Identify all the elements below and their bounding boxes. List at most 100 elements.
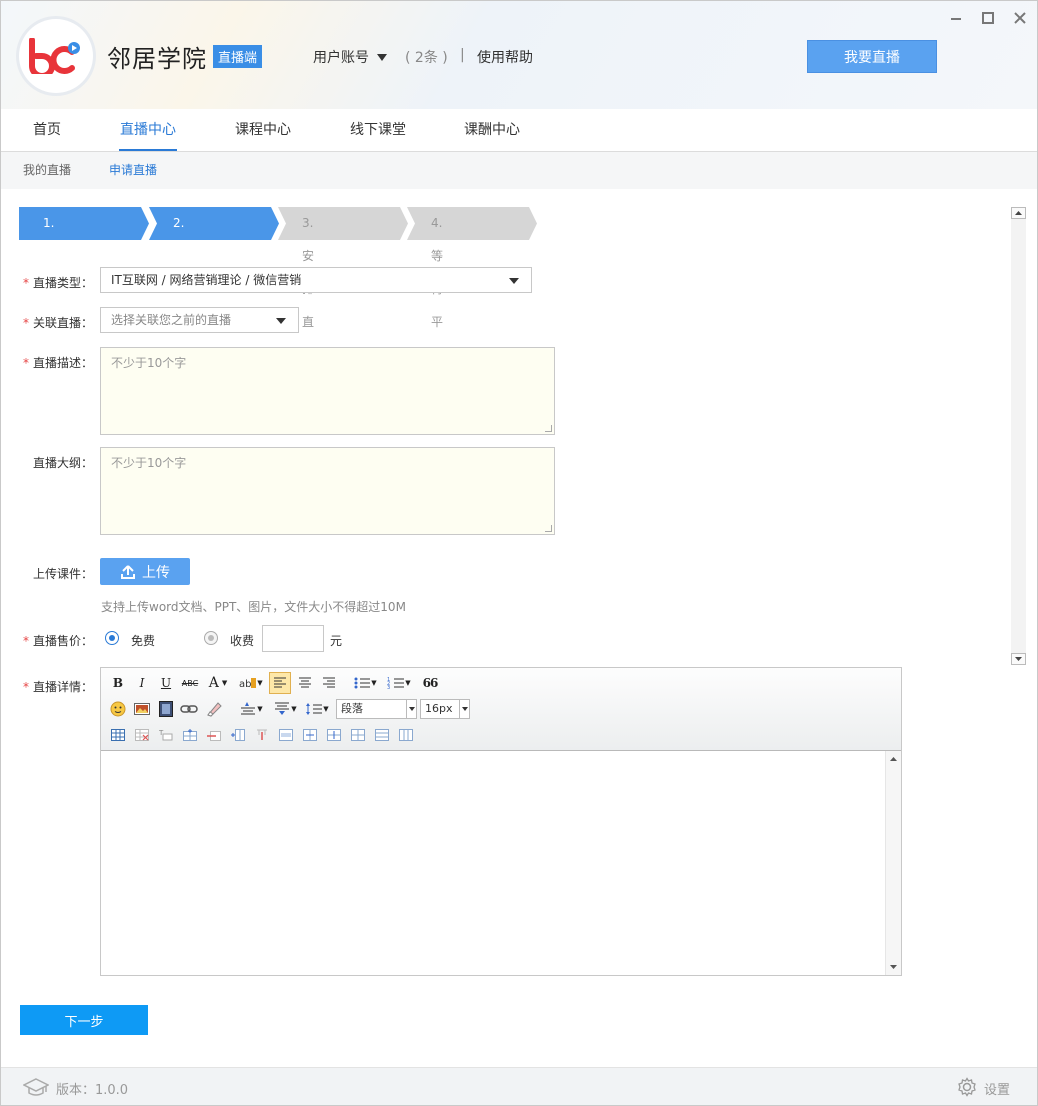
paid-radio[interactable]: [204, 631, 218, 645]
start-live-button[interactable]: 我要直播: [807, 40, 937, 73]
split-rows-button[interactable]: [373, 726, 391, 744]
type-value: IT互联网 / 网络营销理论 / 微信营销: [111, 273, 302, 287]
app-badge: 直播端: [213, 45, 263, 68]
maximize-icon[interactable]: [981, 11, 995, 29]
help-link[interactable]: 使用帮助: [477, 47, 533, 67]
subnav-my-live[interactable]: 我的直播: [23, 152, 71, 189]
delete-table-button[interactable]: [133, 726, 151, 744]
merge-cells-button[interactable]: [277, 726, 295, 744]
free-label: 免费: [131, 634, 156, 648]
editor-scroll-arrows: [890, 757, 897, 969]
outline-label: 直播大纲：: [33, 456, 94, 470]
editor-content-area[interactable]: [101, 751, 885, 975]
editor-toolbar: B I U ABC A ▼ ab ▼ ▼ 1 2 3 ▼ 66 ▼ ▼ ▼ 段落…: [101, 668, 901, 751]
font-size-select-value: 16px: [425, 702, 453, 715]
insert-table-button[interactable]: [109, 726, 127, 744]
account-label: 用户账号: [313, 50, 369, 66]
next-step-button[interactable]: 下一步: [20, 1005, 148, 1035]
emoji-icon: [110, 701, 126, 717]
app-logo: [19, 19, 93, 93]
price-input[interactable]: [262, 625, 324, 652]
nav-home[interactable]: 首页: [33, 109, 61, 151]
italic-button[interactable]: I: [133, 674, 151, 692]
align-left-button[interactable]: [269, 672, 291, 694]
font-size-select[interactable]: 16px: [420, 699, 470, 719]
close-icon[interactable]: [1013, 11, 1027, 29]
vertical-align-button[interactable]: ▼: [271, 700, 299, 718]
strikethrough-button[interactable]: ABC: [179, 674, 201, 692]
align-left-icon: [274, 677, 286, 688]
step-3-label: 3.安排直播时间: [302, 216, 315, 428]
emoji-button[interactable]: [109, 700, 127, 718]
clear-format-button[interactable]: [203, 700, 223, 718]
nav-offline-class[interactable]: 线下课堂: [350, 109, 406, 151]
message-count[interactable]: ( 2条 ): [405, 47, 448, 67]
editor-scrollbar[interactable]: [885, 751, 901, 975]
bold-button[interactable]: B: [109, 674, 127, 692]
outline-textarea[interactable]: 不少于10个字: [100, 447, 555, 535]
line-height-button[interactable]: ▼: [303, 700, 331, 718]
font-color-button[interactable]: A ▼: [205, 674, 231, 692]
separator: |: [460, 47, 465, 63]
insert-video-button[interactable]: [157, 700, 175, 718]
related-label: * 关联直播：: [23, 316, 94, 330]
split-columns-button[interactable]: [397, 726, 415, 744]
insert-paragraph-icon: T: [159, 729, 173, 741]
nav-course-center[interactable]: 课程中心: [235, 109, 291, 151]
paid-label: 收费: [230, 634, 255, 648]
text-align-button[interactable]: ▼: [237, 700, 265, 718]
text-align-icon: [241, 702, 256, 715]
paragraph-select[interactable]: 段落: [336, 699, 417, 719]
bullet-list-button[interactable]: ▼: [351, 674, 379, 692]
highlight-icon: ab: [239, 678, 257, 690]
page-scrollbar[interactable]: [1011, 207, 1026, 665]
numbered-list-icon: 123: [387, 677, 405, 690]
numbered-list-button[interactable]: 1 2 3 ▼: [385, 674, 413, 692]
merge-right-button[interactable]: [301, 726, 319, 744]
highlight-button[interactable]: ab ▼: [237, 674, 265, 692]
delete-column-button[interactable]: [253, 726, 271, 744]
insert-image-button[interactable]: [133, 700, 151, 718]
detail-label: * 直播详情：: [23, 680, 94, 694]
nav-live-center[interactable]: 直播中心: [120, 109, 176, 151]
description-textarea[interactable]: 不少于10个字: [100, 347, 555, 435]
link-icon: [180, 705, 198, 713]
chevron-down-icon: [276, 318, 286, 324]
resize-handle[interactable]: [545, 525, 552, 532]
merge-down-button[interactable]: [325, 726, 343, 744]
footer: 版本：1.0.0 设置: [1, 1067, 1037, 1105]
split-cells-icon: [351, 729, 365, 741]
type-select[interactable]: IT互联网 / 网络营销理论 / 微信营销: [100, 267, 532, 293]
related-live-select[interactable]: 选择关联您之前的直播: [100, 307, 299, 333]
merge-right-icon: [303, 729, 317, 741]
account-dropdown[interactable]: 用户账号: [313, 47, 387, 67]
minimize-icon[interactable]: [949, 11, 963, 29]
nav-payment-center[interactable]: 课酬中心: [464, 109, 520, 151]
table-icon: [111, 729, 125, 741]
upload-button[interactable]: 上传: [100, 558, 190, 585]
align-center-button[interactable]: [295, 674, 315, 692]
scroll-down-arrow-icon[interactable]: [1011, 653, 1026, 665]
align-right-button[interactable]: [319, 674, 339, 692]
svg-text:ab: ab: [239, 679, 251, 690]
paragraph-select-value: 段落: [341, 702, 363, 715]
subnav-apply-live[interactable]: 申请直播: [109, 152, 157, 189]
settings-link[interactable]: 设置: [984, 1079, 1010, 1098]
underline-button[interactable]: U: [157, 674, 175, 692]
split-cells-button[interactable]: [349, 726, 367, 744]
delete-row-button[interactable]: [205, 726, 223, 744]
line-height-icon: [306, 703, 323, 715]
step-2-label: 2.编写直播详情: [173, 216, 186, 428]
settings-gear-icon[interactable]: [957, 1077, 977, 1101]
free-radio[interactable]: [105, 631, 119, 645]
blockquote-button[interactable]: 66: [419, 674, 441, 692]
insert-paragraph-before-table-button[interactable]: T: [157, 726, 175, 744]
insert-column-icon: [231, 729, 245, 741]
description-placeholder: 不少于10个字: [111, 356, 187, 370]
scroll-up-arrow-icon[interactable]: [1011, 207, 1026, 219]
vertical-align-icon: [275, 702, 290, 715]
insert-column-button[interactable]: [229, 726, 247, 744]
resize-handle[interactable]: [545, 425, 552, 432]
insert-row-button[interactable]: [181, 726, 199, 744]
insert-link-button[interactable]: [179, 700, 199, 718]
